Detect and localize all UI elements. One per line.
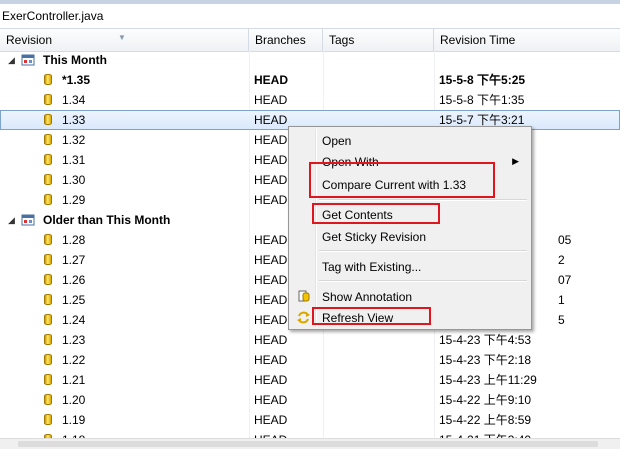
revision-icon bbox=[44, 414, 52, 425]
table-row[interactable]: 1.34 HEAD 15-5-8 下午1:35 bbox=[0, 90, 620, 110]
group-row-this-month[interactable]: ◢ This Month bbox=[0, 50, 620, 70]
highlight-box-compare bbox=[309, 162, 495, 198]
menu-item-show-annotation[interactable]: Show Annotation bbox=[291, 286, 529, 306]
group-label: Older than This Month bbox=[43, 213, 171, 227]
revision-icon bbox=[44, 194, 52, 205]
table-row[interactable]: *1.35 HEAD 15-5-8 下午5:25 bbox=[0, 70, 620, 90]
table-row[interactable]: 1.23 HEAD 15-4-23 下午4:53 bbox=[0, 330, 620, 350]
revision-icon bbox=[44, 94, 52, 105]
submenu-arrow-icon: ▶ bbox=[512, 156, 519, 166]
revision-icon bbox=[44, 274, 52, 285]
revision-icon bbox=[44, 114, 52, 125]
annotation-icon bbox=[298, 290, 310, 302]
menu-item-open[interactable]: Open bbox=[291, 130, 529, 150]
horizontal-scrollbar[interactable] bbox=[0, 438, 620, 449]
revision-icon bbox=[44, 134, 52, 145]
menu-separator bbox=[319, 199, 527, 201]
revision-icon bbox=[44, 234, 52, 245]
table-row[interactable]: 1.22 HEAD 15-4-23 下午2:18 bbox=[0, 350, 620, 370]
revision-icon bbox=[44, 74, 52, 85]
menu-item-get-sticky-revision[interactable]: Get Sticky Revision bbox=[291, 226, 529, 246]
file-tab[interactable]: ExerController.java bbox=[0, 4, 620, 28]
revision-icon bbox=[44, 174, 52, 185]
table-header: Revision ▼ Branches Tags Revision Time bbox=[0, 28, 620, 52]
highlight-box-get-contents bbox=[312, 203, 440, 224]
revision-icon bbox=[44, 314, 52, 325]
expand-arrow-icon[interactable]: ◢ bbox=[8, 50, 15, 70]
revision-icon bbox=[44, 374, 52, 385]
calendar-group-icon bbox=[21, 214, 35, 226]
table-row[interactable]: 1.19 HEAD 15-4-22 上午8:59 bbox=[0, 410, 620, 430]
calendar-group-icon bbox=[21, 54, 35, 66]
menu-item-tag-with-existing[interactable]: Tag with Existing... bbox=[291, 256, 529, 276]
context-menu: Open Open With ▶ Compare Current with 1.… bbox=[288, 126, 532, 330]
scrollbar-thumb[interactable] bbox=[18, 441, 598, 447]
table-row[interactable]: 1.20 HEAD 15-4-22 上午9:10 bbox=[0, 390, 620, 410]
revision-icon bbox=[44, 154, 52, 165]
column-header-revision-time[interactable]: Revision Time bbox=[434, 29, 620, 51]
column-header-tags[interactable]: Tags bbox=[323, 29, 434, 51]
revision-icon bbox=[44, 354, 52, 365]
revision-icon bbox=[44, 294, 52, 305]
sort-indicator-icon: ▼ bbox=[118, 33, 126, 42]
table-row[interactable]: 1.18 HEAD 15-4-21 下午3:40 bbox=[0, 430, 620, 438]
group-label: This Month bbox=[43, 53, 107, 67]
menu-separator bbox=[319, 280, 527, 282]
menu-separator bbox=[319, 250, 527, 252]
table-row[interactable]: 1.21 HEAD 15-4-23 上午11:29 bbox=[0, 370, 620, 390]
revision-icon bbox=[44, 334, 52, 345]
column-header-branches[interactable]: Branches bbox=[249, 29, 323, 51]
revision-icon bbox=[44, 254, 52, 265]
column-header-revision[interactable]: Revision ▼ bbox=[0, 29, 249, 51]
refresh-icon bbox=[297, 311, 310, 324]
highlight-box-refresh bbox=[312, 307, 431, 325]
expand-arrow-icon[interactable]: ◢ bbox=[8, 210, 15, 230]
revision-icon bbox=[44, 394, 52, 405]
file-tab-label: ExerController.java bbox=[2, 9, 104, 23]
